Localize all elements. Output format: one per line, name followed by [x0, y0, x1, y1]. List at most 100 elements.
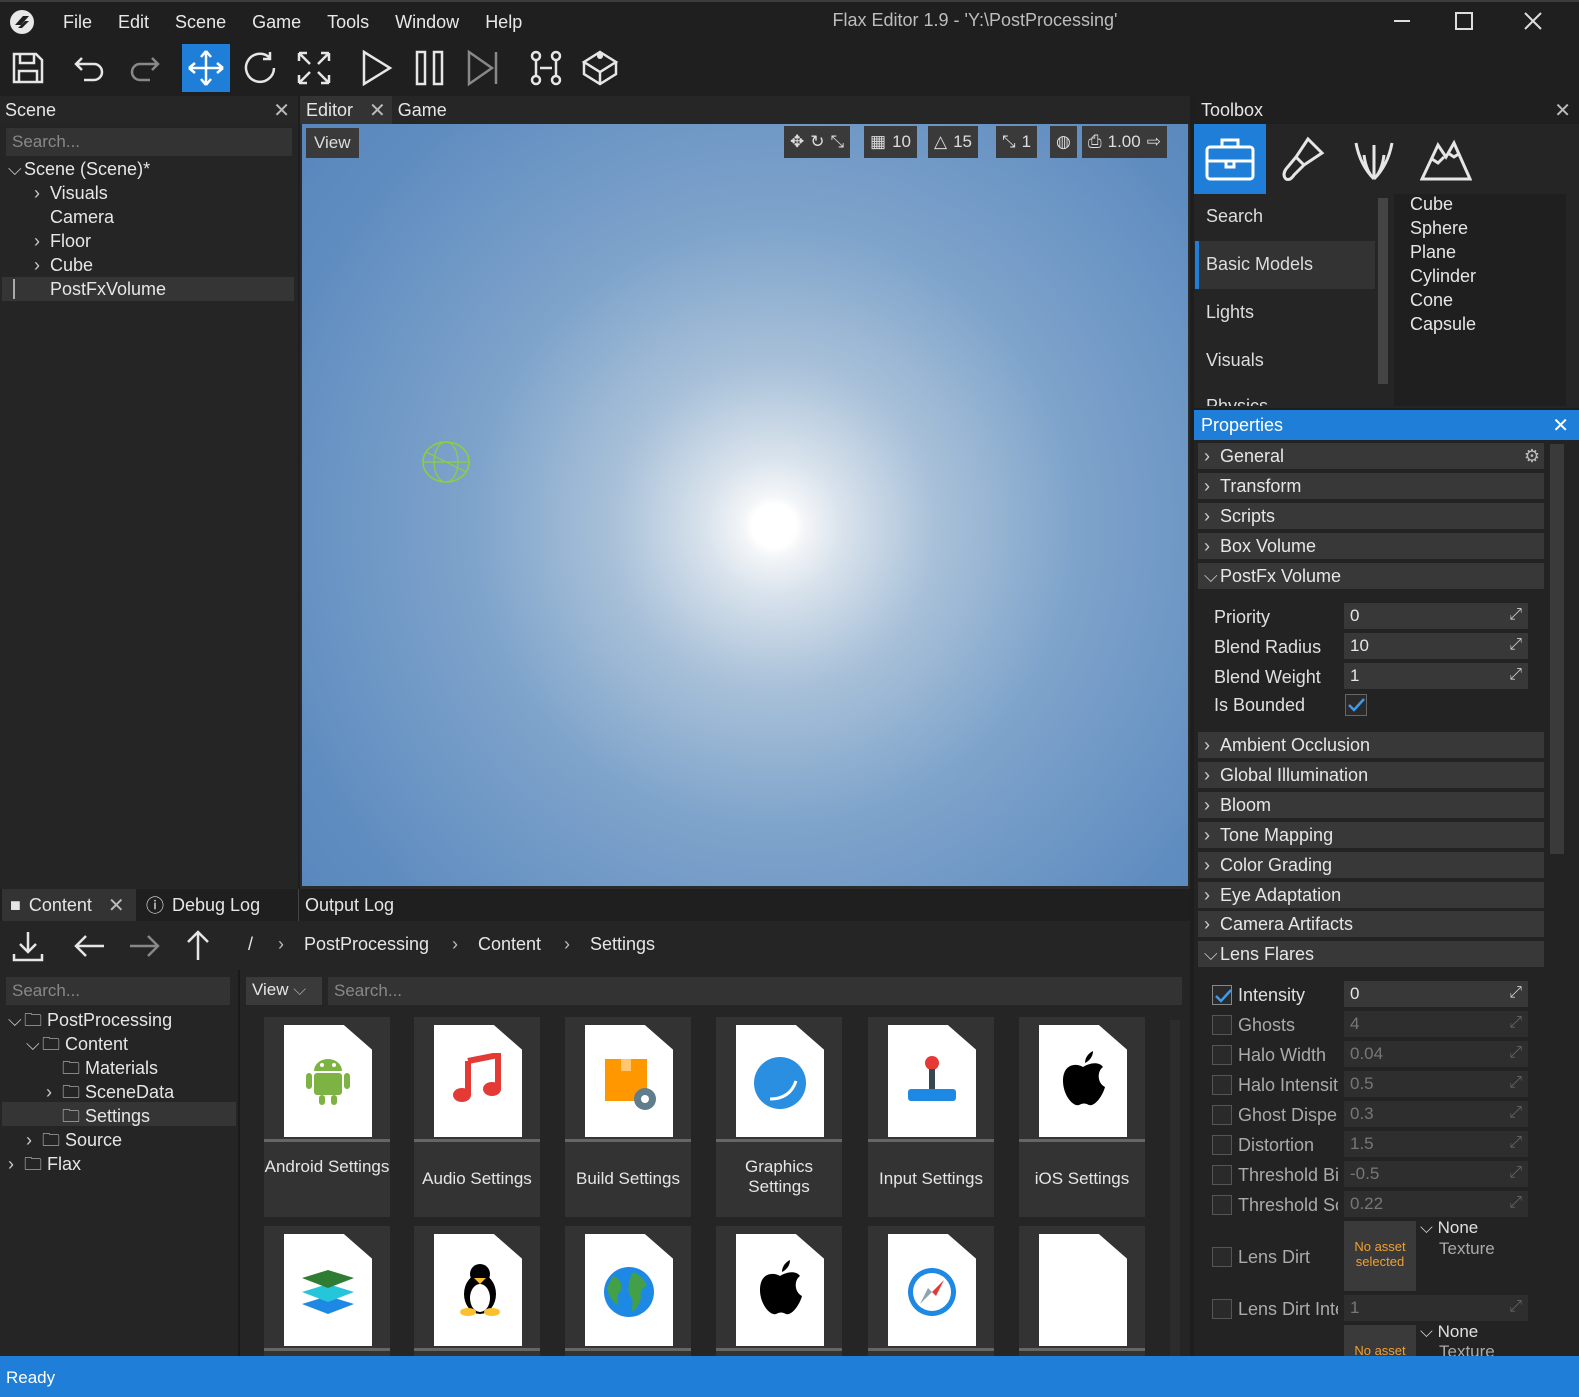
rotate-gizmo-button[interactable]	[236, 44, 284, 92]
group-postfx-volume[interactable]: ⌵ PostFx Volume	[1198, 563, 1544, 589]
menu-edit[interactable]: Edit	[105, 12, 162, 33]
expand-icon[interactable]: ⤢	[1509, 1074, 1522, 1092]
scale-icon[interactable]: ⤡	[831, 132, 845, 152]
save-button[interactable]	[4, 44, 52, 92]
lens-dirt-asset-picker[interactable]: No asset selected	[1344, 1221, 1416, 1291]
distortion-checkbox[interactable]	[1212, 1135, 1232, 1155]
expand-icon[interactable]: ⤢	[1509, 984, 1522, 1002]
expand-icon[interactable]: ⤢	[1509, 1104, 1522, 1122]
play-button[interactable]	[352, 44, 400, 92]
toolbox-category-search[interactable]: Search	[1206, 206, 1263, 227]
tree-item-visuals[interactable]: › Visuals	[34, 183, 108, 204]
menu-game[interactable]: Game	[239, 12, 314, 33]
chevron-right-icon[interactable]: ›	[8, 1154, 24, 1175]
camera-gizmo-icon[interactable]	[418, 438, 474, 486]
tree-item-floor[interactable]: › Floor	[34, 231, 91, 252]
maximize-button[interactable]	[1434, 4, 1494, 38]
scale-snap-button[interactable]: ⤡ 1	[996, 126, 1038, 158]
lens-dirt-checkbox[interactable]	[1212, 1247, 1232, 1267]
toolbox-category-physics[interactable]: Physics	[1206, 396, 1268, 406]
content-tree-search-input[interactable]: Search...	[6, 977, 230, 1005]
model-item-cone[interactable]: Cone	[1410, 290, 1453, 311]
tree-item-cube[interactable]: › Cube	[34, 255, 93, 276]
asset-tile-graphics-settings[interactable]: Graphics Settings	[716, 1017, 842, 1217]
is-bounded-checkbox[interactable]	[1345, 694, 1367, 716]
tab-editor[interactable]: Editor ✕	[300, 96, 392, 124]
pause-button[interactable]	[406, 44, 454, 92]
close-icon[interactable]: ✕	[1554, 98, 1571, 123]
ghost-dispersal-checkbox[interactable]	[1212, 1105, 1232, 1125]
menu-help[interactable]: Help	[472, 12, 535, 33]
expand-icon[interactable]: ⤢	[1509, 636, 1522, 654]
lens-dirt-asset-dropdown[interactable]: ⌵ None	[1420, 1218, 1478, 1238]
chevron-right-icon[interactable]: ›	[34, 255, 50, 276]
properties-scrollbar[interactable]	[1550, 444, 1564, 854]
step-button[interactable]	[460, 44, 508, 92]
translate-icon[interactable]: ✥	[790, 132, 804, 152]
splitter[interactable]	[238, 970, 240, 1356]
toolbox-scrollbar[interactable]	[1378, 198, 1388, 384]
back-arrow-icon[interactable]	[72, 928, 108, 964]
tree-item-camera[interactable]: Camera	[50, 207, 114, 228]
asset-tile-linux[interactable]	[414, 1226, 540, 1356]
gizmo-mode-group[interactable]: ✥ ↻ ⤡	[784, 126, 851, 158]
lens-dirt-intensity-field[interactable]: 1 ⤢	[1344, 1295, 1528, 1321]
up-arrow-icon[interactable]	[180, 928, 216, 964]
forward-arrow-icon[interactable]	[126, 928, 162, 964]
minimize-button[interactable]	[1372, 4, 1432, 38]
lens-dirt-intensity-checkbox[interactable]	[1212, 1299, 1232, 1319]
toolbox-tab-paint[interactable]	[1266, 124, 1338, 194]
tree-item-scene[interactable]: ⌵ Scene (Scene)*	[8, 159, 150, 180]
asset-tile-build-settings[interactable]: Build Settings	[565, 1017, 691, 1217]
blend-radius-field[interactable]: 10 ⤢	[1344, 633, 1528, 659]
breadcrumb-content[interactable]: Content	[478, 934, 541, 955]
toolbox-tab-foliage[interactable]	[1338, 124, 1410, 194]
priority-field[interactable]: 0 ⤢	[1344, 603, 1528, 629]
redo-button[interactable]	[120, 44, 168, 92]
group-bloom[interactable]: › Bloom	[1198, 792, 1544, 818]
undo-button[interactable]	[66, 44, 114, 92]
chevron-right-icon[interactable]: ›	[34, 183, 50, 204]
tab-game[interactable]: Game	[392, 100, 453, 121]
group-ambient-occlusion[interactable]: › Ambient Occlusion	[1198, 732, 1544, 758]
menu-file[interactable]: File	[50, 12, 105, 33]
group-global-illumination[interactable]: › Global Illumination	[1198, 762, 1544, 788]
group-camera-artifacts[interactable]: › Camera Artifacts	[1198, 911, 1544, 937]
camera-speed-button[interactable]: ⎙ 1.00 ⇨	[1082, 126, 1167, 158]
expand-icon[interactable]: ⤢	[1509, 1194, 1522, 1212]
group-box-volume[interactable]: › Box Volume	[1198, 533, 1544, 559]
gear-icon[interactable]: ⚙	[1524, 446, 1540, 467]
threshold-bias-checkbox[interactable]	[1212, 1165, 1232, 1185]
close-icon[interactable]: ✕	[369, 98, 386, 123]
group-scripts[interactable]: › Scripts	[1198, 503, 1544, 529]
rotate-icon[interactable]: ↻	[810, 132, 824, 152]
chevron-right-icon[interactable]: ›	[26, 1130, 42, 1151]
transform-space-button[interactable]: ◍	[1050, 126, 1077, 158]
asset-tile-audio-settings[interactable]: Audio Settings	[414, 1017, 540, 1217]
close-icon[interactable]: ✕	[108, 893, 125, 918]
expand-icon[interactable]: ⤢	[1509, 1134, 1522, 1152]
menu-scene[interactable]: Scene	[162, 12, 239, 33]
angle-snap-button[interactable]: △ 15	[928, 126, 978, 158]
asset-tile-ios-settings[interactable]: iOS Settings	[1019, 1017, 1145, 1217]
distortion-field[interactable]: 1.5 ⤢	[1344, 1131, 1528, 1157]
asset-tile-blank[interactable]	[1019, 1226, 1145, 1356]
toolbox-tab-terrain[interactable]	[1410, 124, 1482, 194]
halo-intensity-field[interactable]: 0.5 ⤢	[1344, 1071, 1528, 1097]
chevron-right-icon[interactable]: ›	[46, 1082, 62, 1103]
tab-debug-log[interactable]: ⓘ Debug Log	[146, 889, 260, 921]
expand-icon[interactable]: ⤢	[1509, 1298, 1522, 1316]
halo-width-checkbox[interactable]	[1212, 1045, 1232, 1065]
model-item-cube[interactable]: Cube	[1410, 194, 1453, 215]
expand-icon[interactable]: ⤢	[1509, 1014, 1522, 1032]
asset-tile-web[interactable]	[565, 1226, 691, 1356]
threshold-scale-checkbox[interactable]	[1212, 1195, 1232, 1215]
import-icon[interactable]	[10, 928, 46, 964]
scene-tab[interactable]: Scene	[5, 100, 56, 121]
close-window-button[interactable]	[1503, 4, 1563, 38]
asset-tile-mac[interactable]	[716, 1226, 842, 1356]
scale-gizmo-button[interactable]	[290, 44, 338, 92]
model-item-sphere[interactable]: Sphere	[1410, 218, 1468, 239]
close-icon[interactable]: ✕	[1552, 413, 1569, 438]
group-general[interactable]: › General ⚙	[1198, 443, 1544, 469]
